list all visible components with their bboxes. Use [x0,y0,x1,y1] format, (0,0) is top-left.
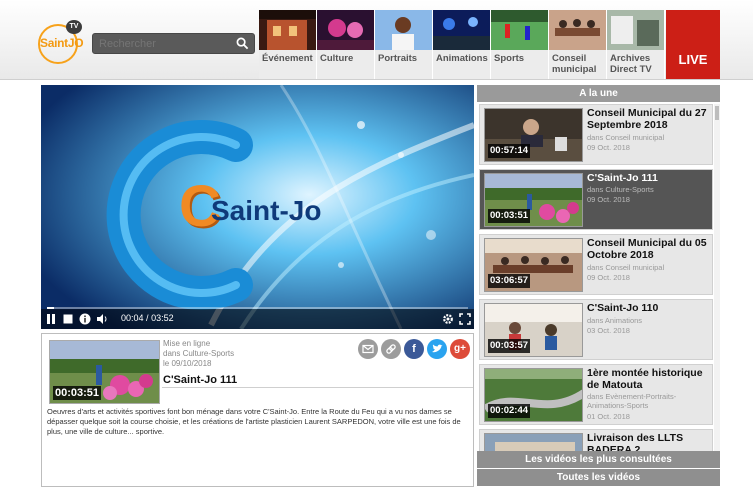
time-current: 00:04 [121,313,144,323]
duration-badge: 00:03:51 [53,386,102,400]
fullscreen-icon[interactable] [459,313,471,325]
nav-label: Archives Direct TV [610,53,652,75]
item-date: 09 Oct. 2018 [587,143,630,152]
volume-icon[interactable] [96,313,108,325]
item-date: 09 Oct. 2018 [587,195,630,204]
housing-thumb [485,434,582,451]
item-title: Conseil Municipal du 27 Septembre 2018 [587,107,707,131]
nav-label: Sports [494,53,525,64]
duration-badge: 00:57:14 [488,144,531,158]
logo-brand: SaintJO [40,36,84,50]
sports-thumb [491,10,548,50]
time-total: 03:52 [151,313,174,323]
list-item[interactable]: 00:57:14 Conseil Municipal du 27 Septemb… [479,104,713,165]
detail-title: C'Saint-Jo 111 [163,374,238,386]
item-title: C'Saint-Jo 110 [587,302,659,314]
search-box [92,33,255,54]
duration-badge: 00:03:51 [488,209,531,223]
meta-date: le 09/10/2018 [163,359,212,368]
search-input[interactable] [99,37,234,51]
council-thumb [549,10,606,50]
sidebar-scrollbar[interactable] [714,104,720,451]
nav-item-animations[interactable]: Animations [433,10,491,79]
progress-bar[interactable] [47,307,468,309]
site-header: SaintJO TV Événement Culture [0,0,753,80]
item-category: dans Evènement-Portraits-Animations-Spor… [587,392,677,410]
duration-badge: 03:06:57 [488,274,531,288]
nav-item-sports[interactable]: Sports [491,10,549,79]
item-thumbnail: 03:06:57 [484,238,583,292]
list-item-active[interactable]: 00:03:51 C'Saint-Jo 111 dans Culture-Spo… [479,169,713,230]
stop-icon[interactable] [62,313,74,325]
link-icon[interactable] [381,339,401,359]
nav-label: Conseil municipal [552,53,597,75]
item-category: dans Conseil municipal [587,263,665,272]
search-icon[interactable] [236,37,249,50]
twitter-icon[interactable] [427,339,447,359]
item-thumbnail [484,433,583,451]
nav-label: Culture [320,53,354,64]
googleplus-icon[interactable]: g+ [450,339,470,359]
player-controls: 00:04 / 03:52 [41,307,474,329]
item-category: dans Animations [587,316,643,325]
nav-item-culture[interactable]: Culture [317,10,375,79]
item-date: 03 Oct. 2018 [587,326,630,335]
facebook-icon[interactable]: f [404,339,424,359]
logo-tv-badge: TV [66,20,82,34]
nav-label: Animations [436,53,488,64]
nav-item-conseil[interactable]: Conseil municipal [549,10,607,79]
player-time: 00:04 / 03:52 [121,313,174,323]
live-button[interactable]: LIVE [666,10,720,79]
live-label: LIVE [678,52,708,67]
nav-item-archives[interactable]: Archives Direct TV [607,10,665,79]
all-videos-button[interactable]: Toutes les vidéos [477,469,720,486]
nav-item-evenement[interactable]: Événement [259,10,317,79]
video-detail: 00:03:51 Mise en ligne dans Culture-Spor… [41,333,474,487]
detail-thumbnail[interactable]: 00:03:51 [49,340,160,404]
category-nav: Événement Culture Portraits Animations S… [259,10,665,79]
item-category: dans Culture-Sports [587,185,654,194]
pause-icon[interactable] [45,313,57,325]
meta-posted: Mise en ligne [163,339,211,348]
item-title: Conseil Municipal du 05 Octobre 2018 [587,237,707,261]
list-item[interactable]: Livraison des LLTS BADERA 2 [479,429,713,451]
video-player[interactable]: C Saint-Jo 00:04 / 03:52 [41,85,474,329]
item-thumbnail: 00:03:51 [484,173,583,227]
player-brand-text: Saint-Jo [211,195,322,226]
settings-gear-icon[interactable] [442,313,454,325]
duration-badge: 00:03:57 [488,339,531,353]
animations-thumb [433,10,490,50]
most-viewed-button[interactable]: Les vidéos les plus consultées [477,451,720,468]
scrollbar-thumb[interactable] [715,106,719,120]
item-thumbnail: 00:03:57 [484,303,583,357]
progress-fill [47,307,55,309]
duration-badge: 00:02:44 [488,404,531,418]
nav-label: Événement [262,53,313,64]
archives-thumb [607,10,664,50]
nav-label: Portraits [378,53,418,64]
culture-thumb [317,10,374,50]
featured-video-list: 00:57:14 Conseil Municipal du 27 Septemb… [477,104,720,451]
portraits-thumb [375,10,432,50]
detail-divider [162,387,473,388]
site-logo[interactable]: SaintJO TV [38,20,84,64]
info-icon[interactable] [79,313,91,325]
sidebar-heading: A la une [477,85,720,102]
item-thumbnail: 00:02:44 [484,368,583,422]
item-category: dans Conseil municipal [587,133,665,142]
item-date: 09 Oct. 2018 [587,273,630,282]
item-date: 01 Oct. 2018 [587,412,630,421]
item-title: C'Saint-Jo 111 [587,172,658,184]
list-item[interactable]: 03:06:57 Conseil Municipal du 05 Octobre… [479,234,713,295]
list-item[interactable]: 00:02:44 1ère montée historique de Matou… [479,364,713,425]
list-item[interactable]: 00:03:57 C'Saint-Jo 110 dans Animations … [479,299,713,360]
event-thumb [259,10,316,50]
detail-description: Oeuvres d'arts et activités sportives fo… [47,407,461,436]
item-title: 1ère montée historique de Matouta [587,367,703,391]
email-icon[interactable] [358,339,378,359]
meta-category: dans Culture-Sports [163,349,235,358]
item-title: Livraison des LLTS BADERA 2 [587,432,684,451]
nav-item-portraits[interactable]: Portraits [375,10,433,79]
item-thumbnail: 00:57:14 [484,108,583,162]
